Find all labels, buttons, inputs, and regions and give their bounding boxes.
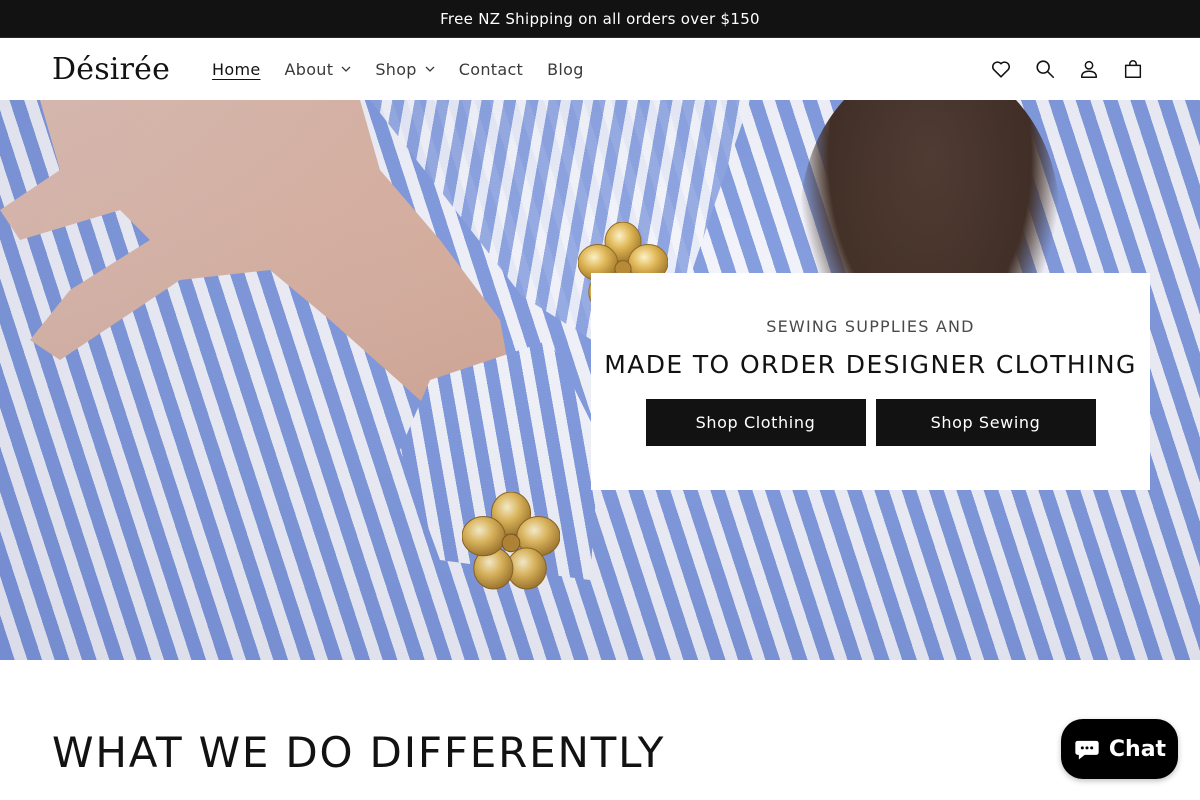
nav-item-label: Home	[212, 59, 261, 79]
nav-item-blog[interactable]: Blog	[535, 38, 596, 100]
shop-sewing-button[interactable]: Shop Sewing	[875, 399, 1096, 446]
heart-icon	[992, 61, 1010, 78]
nav-item-contact[interactable]: Contact	[447, 38, 535, 100]
nav-item-home[interactable]: Home	[200, 38, 272, 100]
nav-item-label: Blog	[547, 59, 584, 79]
cart-button[interactable]	[1118, 54, 1148, 84]
main-nav: Home About Shop Contact Blog	[200, 38, 596, 100]
account-button[interactable]	[1074, 54, 1104, 84]
hero-buttons: Shop Clothing Shop Sewing	[645, 399, 1096, 446]
announcement-bar: Free NZ Shipping on all orders over $150	[0, 0, 1200, 38]
site-logo[interactable]: Désirée	[52, 52, 170, 87]
wishlist-button[interactable]	[986, 54, 1016, 84]
chevron-down-icon	[341, 66, 351, 72]
search-button[interactable]	[1030, 54, 1060, 84]
nav-item-label: Shop	[375, 59, 417, 79]
hero-title: MADE TO ORDER DESIGNER CLOTHING	[604, 350, 1137, 379]
nav-item-shop[interactable]: Shop	[363, 38, 446, 100]
hero-subtitle: SEWING SUPPLIES AND	[766, 317, 975, 336]
header-icons	[986, 54, 1148, 84]
chevron-down-icon	[425, 66, 435, 72]
search-icon	[1036, 60, 1055, 79]
chat-button[interactable]: Chat	[1061, 719, 1178, 779]
chat-bubble-icon	[1075, 740, 1099, 760]
hero-text-card: SEWING SUPPLIES AND MADE TO ORDER DESIGN…	[591, 273, 1150, 490]
section-title: WHAT WE DO DIFFERENTLY	[52, 728, 666, 777]
announcement-text: Free NZ Shipping on all orders over $150	[440, 9, 760, 28]
site-header: Désirée Home About Shop Contact Blog	[0, 38, 1200, 100]
chat-label: Chat	[1108, 736, 1167, 762]
nav-item-about[interactable]: About	[273, 38, 364, 100]
account-icon	[1080, 60, 1098, 78]
shop-clothing-button[interactable]: Shop Clothing	[645, 399, 866, 446]
nav-item-label: Contact	[458, 59, 524, 79]
cart-icon	[1124, 60, 1142, 78]
nav-item-label: About	[284, 59, 334, 79]
